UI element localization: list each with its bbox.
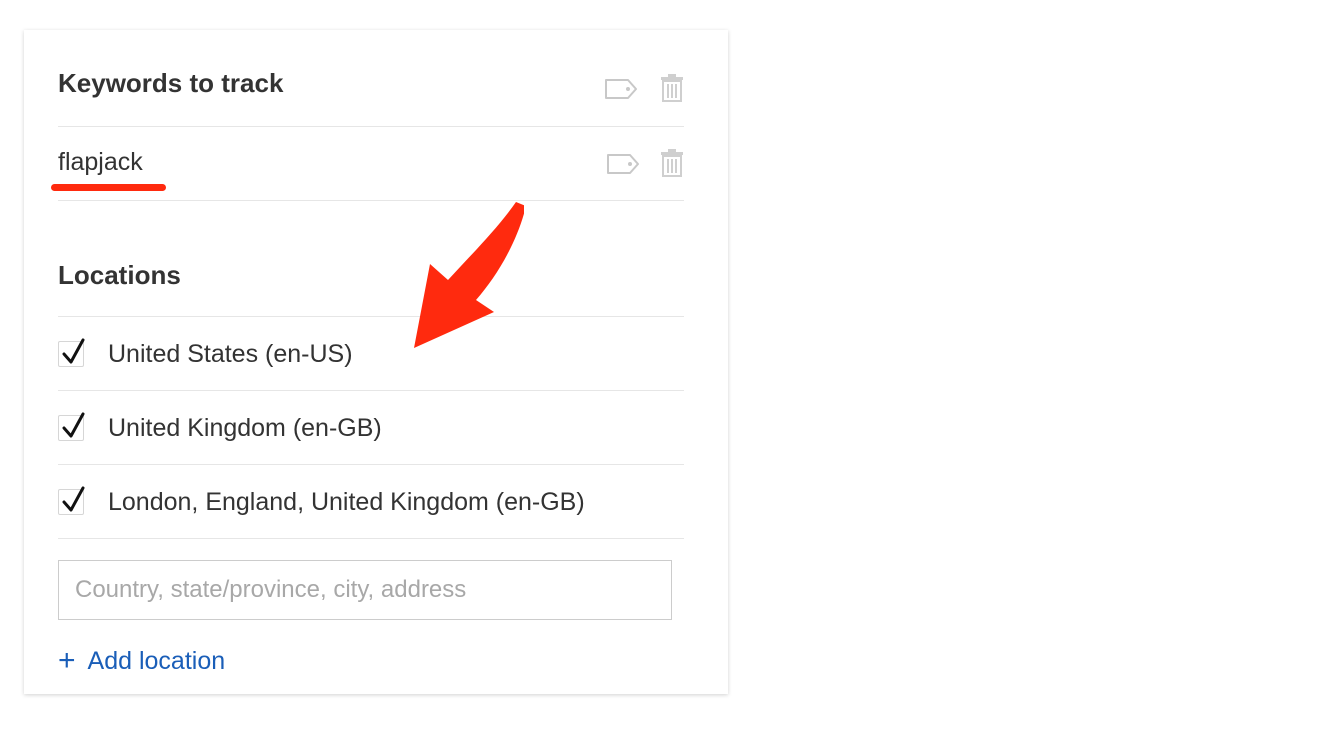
divider (58, 126, 684, 127)
tag-icon[interactable] (604, 78, 638, 105)
checkmark-icon (62, 338, 85, 364)
location-label: United Kingdom (en-GB) (108, 414, 382, 442)
trash-icon[interactable] (660, 74, 684, 107)
location-row: United States (en-US) (58, 318, 684, 390)
location-checkbox[interactable] (58, 338, 85, 367)
location-checkbox[interactable] (58, 412, 85, 441)
plus-icon: + (58, 644, 76, 677)
annotation-arrow-icon (414, 202, 524, 348)
divider (58, 538, 684, 539)
keywords-heading: Keywords to track (58, 68, 284, 98)
add-location-label: Add location (87, 646, 226, 675)
trash-icon[interactable] (660, 149, 684, 182)
location-label: United States (en-US) (108, 340, 353, 368)
locations-heading: Locations (58, 260, 181, 290)
checkmark-icon (62, 412, 85, 438)
tag-icon[interactable] (606, 153, 640, 180)
location-label: London, England, United Kingdom (en-GB) (108, 488, 585, 516)
divider (58, 464, 684, 465)
divider (58, 316, 684, 317)
keyword-item: flapjack (58, 148, 143, 176)
divider (58, 390, 684, 391)
divider (58, 200, 684, 201)
annotation-underline (51, 184, 166, 191)
checkmark-icon (62, 486, 85, 512)
page: Keywords to track flapjack Locations Uni… (0, 0, 1332, 730)
keyword-tracker-panel: Keywords to track flapjack Locations Uni… (24, 30, 728, 694)
location-row: London, England, United Kingdom (en-GB) (58, 466, 684, 538)
location-row: United Kingdom (en-GB) (58, 392, 684, 464)
add-location-link[interactable]: + Add location (58, 646, 225, 676)
location-search-input[interactable] (58, 560, 672, 620)
location-checkbox[interactable] (58, 486, 85, 515)
